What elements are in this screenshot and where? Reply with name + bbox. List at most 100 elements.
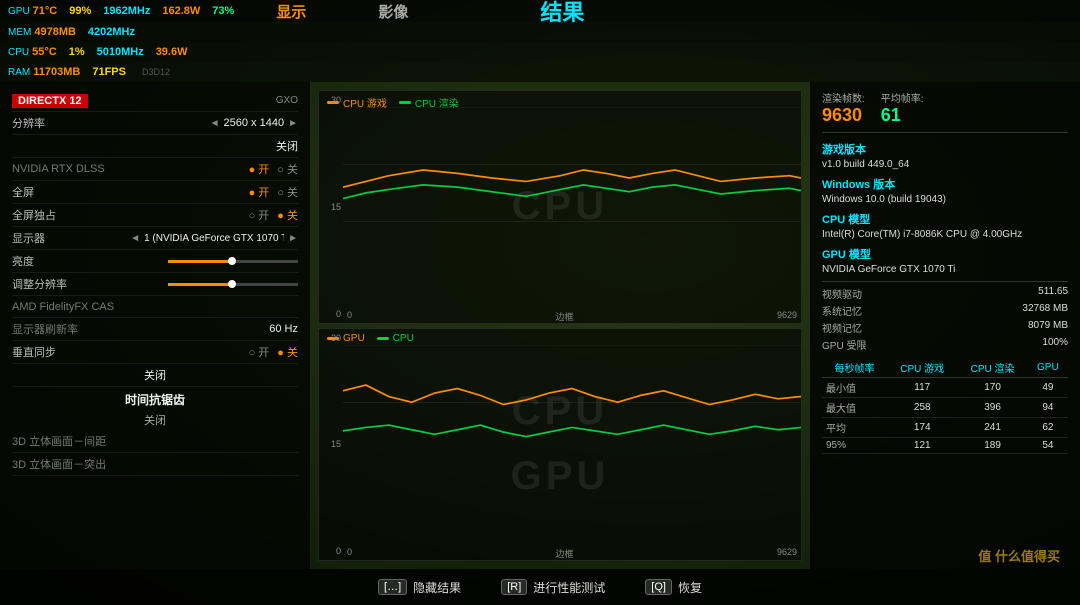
watermark: 值 什么值得买 xyxy=(978,546,1060,565)
hide-results-button[interactable]: […] 隐藏结果 xyxy=(378,579,461,596)
legend4-label: CPU xyxy=(393,333,414,344)
fps-min-v1: 117 xyxy=(887,378,957,398)
fullscreen-row: 全屏 ● 开 ○ 关 xyxy=(12,181,298,204)
fps-max-v3: 94 xyxy=(1028,398,1068,418)
fps-avg-v1: 174 xyxy=(887,418,957,438)
refresh-value: 60 Hz xyxy=(269,323,298,335)
stats-row-4: RAM 11703MB 71FPS D3D12 xyxy=(0,62,1080,82)
chart2-x-end: 9629 xyxy=(777,547,797,560)
fullscreen-on[interactable]: ● 开 xyxy=(249,184,270,200)
display-row: 显示器 ◄ 1 (NVIDIA GeForce GTX 1070 Ti(1)) … xyxy=(12,227,298,250)
brightness-slider[interactable] xyxy=(168,260,298,263)
cpu-model-section: CPU 模型 Intel(R) Core(TM) i7-8086K CPU @ … xyxy=(822,211,1068,240)
sys-mem-label: 系统记忆 xyxy=(822,303,944,318)
cpu-model-title: CPU 模型 xyxy=(822,211,1068,227)
chart2-svg xyxy=(343,345,801,460)
fps-row-95: 95% 121 189 54 xyxy=(822,438,1068,454)
chart2-y-axis: 30 15 0 xyxy=(319,329,343,561)
game-version-section: 游戏版本 v1.0 build 449.0_64 xyxy=(822,141,1068,170)
vsync-off[interactable]: ● 关 xyxy=(277,344,298,360)
avg-fps-item: 平均帧率: 61 xyxy=(881,90,924,126)
3d-gap-label: 3D 立体画面－间距 xyxy=(12,433,122,449)
vid-mem-label: 视频记忆 xyxy=(822,320,944,335)
bottom-bar: […] 隐藏结果 [R] 进行性能测试 [Q] 恢复 xyxy=(0,569,1080,605)
cpu-usage: 1% xyxy=(69,46,85,58)
cpu-model-value: Intel(R) Core(TM) i7-8086K CPU @ 4.00GHz xyxy=(822,229,1068,240)
tab-image[interactable]: 影像 xyxy=(378,1,408,22)
fps-max-v1: 258 xyxy=(887,398,957,418)
fps-95-v2: 189 xyxy=(957,438,1027,454)
fps-min-v3: 49 xyxy=(1028,378,1068,398)
gpu-temp: 71°C xyxy=(33,5,58,17)
display-value: 1 (NVIDIA GeForce GTX 1070 Ti(1)) xyxy=(144,233,284,244)
exclusive-off[interactable]: ● 关 xyxy=(277,207,298,223)
3d-gap-row: 3D 立体画面－间距 xyxy=(12,430,298,453)
exclusive-on[interactable]: ○ 开 xyxy=(249,207,270,223)
legend3-label: GPU xyxy=(343,333,365,344)
score-row: 渲染帧数: 9630 平均帧率: 61 xyxy=(822,90,1068,133)
arrow-right-icon[interactable]: ► xyxy=(288,118,298,129)
restore-button[interactable]: [Q] 恢复 xyxy=(645,579,702,596)
cpu-label: CPU xyxy=(8,47,29,58)
aa-close: 关闭 xyxy=(144,415,166,427)
dlss-radio-off[interactable]: ○ 关 xyxy=(277,161,298,177)
gpu-power: 162.8W xyxy=(162,5,200,17)
fps-95-v3: 54 xyxy=(1028,438,1068,454)
game-version-title: 游戏版本 xyxy=(822,141,1068,157)
chart1-x-mid: 边框 xyxy=(555,310,573,323)
dlss-radio-on[interactable]: ● 开 xyxy=(249,161,270,177)
display-arrow-left[interactable]: ◄ xyxy=(130,233,140,244)
stats-row-3: CPU 55°C 1% 5010MHz 39.6W xyxy=(0,42,1080,62)
fps-col-header-0: 每秒帧率 xyxy=(822,358,887,378)
stats-row-1: GPU 71°C 99% 1962MHz 162.8W 73% 显示 影像 结果 xyxy=(0,0,1080,22)
gpu-pct: 73% xyxy=(212,5,234,17)
chart2-x-start: 0 xyxy=(347,547,352,560)
close-value-1: 关闭 xyxy=(276,138,298,154)
gpu-clock: 1962MHz xyxy=(103,5,150,17)
fps-avg-v3: 62 xyxy=(1028,418,1068,438)
display-arrow-right[interactable]: ► xyxy=(288,233,298,244)
tab-display[interactable]: 显示 xyxy=(276,1,306,22)
chart1-y-min: 0 xyxy=(336,309,341,319)
test-label: 进行性能测试 xyxy=(533,579,605,596)
aa-value: 关闭 xyxy=(12,412,298,430)
fps-min-label: 最小值 xyxy=(822,378,887,398)
legend2-dot xyxy=(399,101,411,104)
3d-protrude-row: 3D 立体画面－突出 xyxy=(12,453,298,476)
chart2-y-max: 30 xyxy=(331,333,341,343)
fps-min-v2: 170 xyxy=(957,378,1027,398)
chart2-y-min: 0 xyxy=(336,546,341,556)
close-row-1: 关闭 xyxy=(12,135,298,158)
adjust-res-slider[interactable] xyxy=(168,283,298,286)
run-test-button[interactable]: [R] 进行性能测试 xyxy=(501,579,605,596)
vsync-on[interactable]: ○ 开 xyxy=(249,344,270,360)
fps-max-v2: 396 xyxy=(957,398,1027,418)
arrow-left-icon[interactable]: ◄ xyxy=(210,118,220,129)
exclusive-label: 全屏独占 xyxy=(12,207,122,223)
windows-value: Windows 10.0 (build 19043) xyxy=(822,194,1068,205)
cpu-power: 39.6W xyxy=(156,46,188,58)
display-label: 显示器 xyxy=(12,230,122,246)
video-driver-value: 511.65 xyxy=(946,286,1068,301)
resolution-row: 分辨率 ◄ 2560 x 1440 ► xyxy=(12,112,298,135)
sys-mem-value: 32768 MB xyxy=(946,303,1068,318)
chart1-x-start: 0 xyxy=(347,310,352,323)
game-version-value: v1.0 build 449.0_64 xyxy=(822,159,1068,170)
ram-label: RAM xyxy=(8,67,30,78)
restore-label: 恢复 xyxy=(678,579,702,596)
windows-title: Windows 版本 xyxy=(822,176,1068,192)
refresh-row: 显示器刷新率 60 Hz xyxy=(12,318,298,341)
vsync-label: 垂直同步 xyxy=(12,344,122,360)
system-info-grid: 视频驱动 511.65 系统记忆 32768 MB 视频记忆 8079 MB G… xyxy=(822,281,1068,352)
legend4-dot xyxy=(377,337,389,340)
stats-row-2: MEM 4978MB 4202MHz xyxy=(0,22,1080,42)
cas-row: AMD FidelityFX CAS xyxy=(12,296,298,318)
mem-value: 4978MB xyxy=(34,26,76,38)
aa-header: 时间抗锯齿 xyxy=(12,387,298,412)
fps-col-header-1: CPU 游戏 xyxy=(887,358,957,378)
cas-label: AMD FidelityFX CAS xyxy=(12,301,122,313)
exclusive-row: 全屏独占 ○ 开 ● 关 xyxy=(12,204,298,227)
aa-label: 时间抗锯齿 xyxy=(125,393,185,407)
fps-max-label: 最大值 xyxy=(822,398,887,418)
fullscreen-off[interactable]: ○ 关 xyxy=(277,184,298,200)
